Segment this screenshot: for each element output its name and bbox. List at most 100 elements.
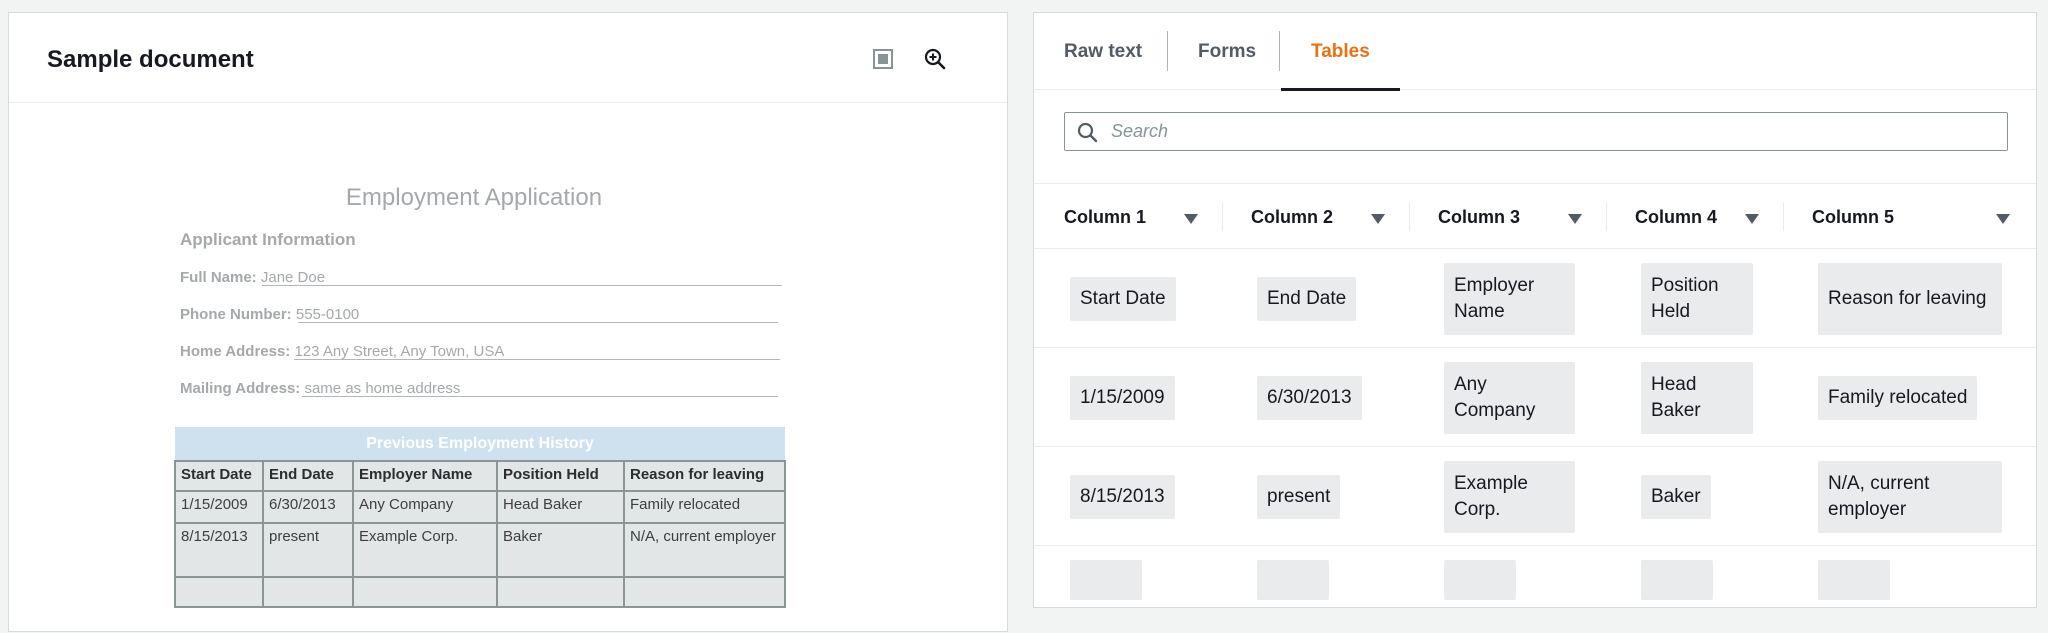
tab-tables[interactable]: Tables: [1281, 13, 1400, 91]
extraction-results-panel: Raw text Forms Tables Column 1 Column 2 …: [1033, 12, 2037, 608]
underline: [294, 359, 780, 360]
cell-chip[interactable]: Head Baker: [1641, 362, 1753, 434]
field-label: Full Name:: [180, 269, 257, 286]
cell-chip[interactable]: 6/30/2013: [1257, 376, 1362, 420]
table-header-cell: End Date: [262, 460, 354, 492]
employment-history-table: Previous Employment History Start Date E…: [174, 427, 786, 608]
table-cell: present: [262, 522, 354, 578]
cell-chip[interactable]: Reason for leaving: [1818, 263, 2002, 335]
table-header-cell: Position Held: [496, 460, 625, 492]
table-caption-row: Previous Employment History: [175, 427, 785, 461]
zoom-in-icon[interactable]: [923, 47, 947, 71]
cell-chip[interactable]: Position Held: [1641, 263, 1753, 335]
column-header-1[interactable]: Column 1: [1064, 185, 1146, 249]
tab-label: Tables: [1311, 41, 1370, 62]
table-cell: Head Baker: [496, 490, 625, 524]
table-cell: 8/15/2013: [174, 522, 264, 578]
fit-page-icon[interactable]: [871, 47, 895, 71]
cell-chip[interactable]: N/A, current employer: [1818, 461, 2002, 533]
field-label: Phone Number:: [180, 306, 292, 323]
field-value: 555-0100: [295, 306, 360, 323]
document-panel-header: Sample document: [9, 13, 1007, 103]
column-separator[interactable]: [1606, 203, 1607, 231]
cell-chip[interactable]: Baker: [1641, 475, 1711, 519]
search-input[interactable]: [1109, 113, 1989, 150]
table-cell: 1/15/2009: [174, 490, 264, 524]
table-cell: Example Corp.: [352, 522, 498, 578]
cell-chip[interactable]: 8/15/2013: [1070, 475, 1175, 519]
table-header-cell: Employer Name: [352, 460, 498, 492]
table-header-cell: Reason for leaving: [623, 460, 786, 492]
cell-chip[interactable]: Example Corp.: [1444, 461, 1575, 533]
search-icon: [1077, 122, 1098, 143]
column-header-3[interactable]: Column 3: [1438, 185, 1520, 249]
field-home-address: Home Address: 123 Any Street, Any Town, …: [180, 343, 780, 360]
result-tabs: Raw text Forms Tables: [1034, 13, 2036, 91]
cell-chip[interactable]: 1/15/2009: [1070, 376, 1175, 420]
table-row: 8/15/2013 present Example Corp. Baker N/…: [1034, 447, 2036, 546]
search-box[interactable]: [1064, 112, 2008, 151]
cell-chip[interactable]: Family relocated: [1818, 376, 1978, 420]
cell-chip[interactable]: End Date: [1257, 277, 1357, 321]
table-cell: [262, 576, 354, 608]
sort-caret-down-icon[interactable]: [1568, 211, 1582, 224]
document-preview-panel: Sample document Employment Application A…: [8, 12, 1008, 632]
empty-cell-chip[interactable]: [1641, 560, 1713, 600]
table-cell: N/A, current employer: [623, 522, 786, 578]
document-page: Employment Application Applicant Informa…: [9, 104, 1009, 633]
table-header-cell: Start Date: [174, 460, 264, 492]
column-header-4[interactable]: Column 4: [1635, 185, 1717, 249]
table-cell: [174, 576, 264, 608]
table-cell: Family relocated: [623, 490, 786, 524]
column-separator[interactable]: [1783, 203, 1784, 231]
table-row: 1/15/2009 6/30/2013 Any Company Head Bak…: [1034, 348, 2036, 447]
table-caption: Previous Employment History: [175, 427, 785, 461]
column-header-5[interactable]: Column 5: [1812, 185, 1894, 249]
column-separator[interactable]: [1409, 203, 1410, 231]
table-row: [1034, 546, 2036, 616]
sort-caret-down-icon[interactable]: [1184, 211, 1198, 224]
table-cell: 6/30/2013: [262, 490, 354, 524]
table-cell: Any Company: [352, 490, 498, 524]
underline: [302, 396, 778, 397]
cell-chip[interactable]: Employer Name: [1444, 263, 1575, 335]
tab-forms[interactable]: Forms: [1168, 13, 1286, 90]
panel-title: Sample document: [47, 46, 254, 73]
column-separator[interactable]: [1222, 203, 1223, 231]
table-cell: [623, 576, 786, 608]
document-title: Employment Application: [345, 184, 603, 211]
field-label: Mailing Address:: [180, 380, 301, 397]
cell-chip[interactable]: present: [1257, 475, 1341, 519]
empty-cell-chip[interactable]: [1070, 560, 1142, 600]
field-phone-number: Phone Number: 555-0100: [180, 306, 778, 323]
document-section-heading: Applicant Information: [180, 230, 356, 249]
table-header-row: Start Date End Date Employer Name Positi…: [174, 460, 786, 492]
underline: [298, 322, 778, 323]
empty-cell-chip[interactable]: [1818, 560, 1890, 600]
field-value: 123 Any Street, Any Town, USA: [294, 343, 505, 360]
table-row: 1/15/2009 6/30/2013 Any Company Head Bak…: [174, 490, 786, 524]
table-row: [174, 576, 786, 608]
field-label: Home Address:: [180, 343, 291, 360]
field-value: same as home address: [304, 380, 461, 397]
underline: [262, 285, 782, 286]
cell-chip[interactable]: Start Date: [1070, 277, 1176, 321]
sort-caret-down-icon[interactable]: [1371, 211, 1385, 224]
field-full-name: Full Name: Jane Doe: [180, 269, 782, 286]
empty-cell-chip[interactable]: [1444, 560, 1516, 600]
table-cell: [496, 576, 625, 608]
table-header-row: Column 1 Column 2 Column 3 Column 4 Colu…: [1034, 185, 2036, 249]
sort-caret-down-icon[interactable]: [1996, 211, 2010, 224]
cell-chip[interactable]: Any Company: [1444, 362, 1575, 434]
table-cell: Baker: [496, 522, 625, 578]
table-cell: [352, 576, 498, 608]
tab-divider: [1279, 31, 1280, 71]
field-value: Jane Doe: [260, 269, 326, 286]
extracted-table: Column 1 Column 2 Column 3 Column 4 Colu…: [1034, 185, 2036, 616]
sort-caret-down-icon[interactable]: [1745, 211, 1759, 224]
column-header-2[interactable]: Column 2: [1251, 185, 1333, 249]
empty-cell-chip[interactable]: [1257, 560, 1329, 600]
table-row: Start Date End Date Employer Name Positi…: [1034, 249, 2036, 348]
search-bar: [1034, 91, 2036, 184]
tab-raw-text[interactable]: Raw text: [1034, 13, 1172, 90]
